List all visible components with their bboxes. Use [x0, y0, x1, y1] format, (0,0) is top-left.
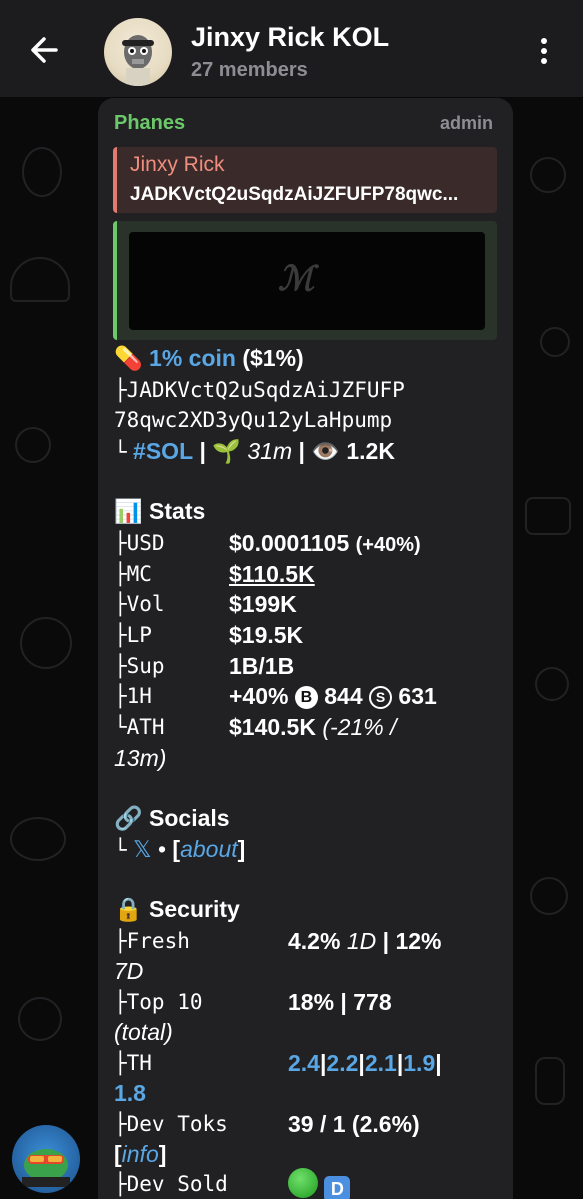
stat-value-mc-link[interactable]: $110.5K — [229, 561, 315, 588]
stat-value-usd: $0.0001105 (+40%) — [229, 530, 421, 556]
security-label-devsold: ├Dev Sold — [114, 1172, 228, 1196]
coin-age: 31m — [247, 438, 293, 464]
security-info-line: [info] — [114, 1141, 167, 1167]
admin-badge: admin — [440, 113, 494, 133]
sender-avatar[interactable] — [12, 1125, 80, 1193]
stat-value-1h: +40% B 844 S 631 — [229, 683, 437, 709]
stats-heading: 📊 Stats — [114, 498, 206, 524]
stat-label-mc: ├MC — [114, 562, 152, 586]
info-link[interactable]: info — [122, 1141, 159, 1167]
seedling-icon: 🌱 — [212, 438, 241, 464]
security-label-fresh: ├Fresh — [114, 929, 190, 953]
pill-icon: 💊 — [114, 345, 143, 371]
x-link[interactable]: 𝕏 — [133, 836, 152, 862]
stat-label-ath: └ATH — [114, 715, 165, 739]
security-top10-total: (total) — [114, 1019, 173, 1045]
th-link[interactable]: 1.9 — [403, 1050, 435, 1076]
sell-count: 631 — [398, 683, 437, 709]
view-count: 1.2K — [346, 438, 395, 464]
th-link[interactable]: 1.8 — [114, 1080, 146, 1107]
member-count: 27 members — [191, 59, 308, 81]
stat-value-ath: $140.5K (-21% / — [229, 714, 397, 740]
chat-header: Jinxy Rick KOL 27 members — [0, 0, 583, 97]
stat-label-sup: ├Sup — [114, 654, 165, 678]
green-circle-icon — [288, 1168, 318, 1198]
stat-ath-change-cont: 13m) — [114, 745, 167, 771]
stat-value-lp: $19.5K — [229, 622, 304, 648]
coin-title-line: 💊 1% coin ($1%) — [114, 345, 304, 372]
more-vertical-icon[interactable] — [536, 38, 552, 68]
chat-title[interactable]: Jinxy Rick KOL — [191, 22, 389, 53]
about-link[interactable]: about — [180, 836, 238, 862]
security-label-top10: ├Top 10 — [114, 990, 203, 1014]
security-value-devsold: D — [288, 1168, 351, 1199]
coin-address-line1[interactable]: ├JADKVctQ2uSqdzAiJZFUFP — [114, 378, 405, 402]
security-fresh-7d: 7D — [114, 958, 144, 984]
sell-icon: S — [369, 686, 393, 709]
security-value-fresh: 4.2% 1D | 12% — [288, 928, 442, 954]
link-icon: 🔗 — [114, 805, 143, 831]
group-avatar[interactable] — [104, 18, 172, 86]
coin-address-line2[interactable]: 78qwc2XD3yQu12yLaHpump — [114, 408, 392, 432]
buy-count: 844 — [324, 683, 363, 709]
th-link[interactable]: 2.1 — [365, 1050, 397, 1076]
d-badge-icon: D — [324, 1176, 351, 1199]
preview-logo: ℳ — [278, 260, 315, 298]
stat-label-usd: ├USD — [114, 531, 165, 555]
chain-hashtag[interactable]: #SOL — [133, 438, 193, 464]
socials-line: └ 𝕏 • [about] — [114, 836, 246, 862]
sender-name[interactable]: Phanes — [114, 112, 185, 135]
security-heading: 🔒 Security — [114, 896, 240, 922]
socials-heading: 🔗 Socials — [114, 805, 230, 831]
stat-value-sup: 1B/1B — [229, 653, 295, 679]
stat-label-1h: ├1H — [114, 684, 152, 708]
stat-label-vol: ├Vol — [114, 592, 165, 616]
lock-icon: 🔒 — [114, 896, 143, 922]
chart-icon: 📊 — [114, 498, 143, 524]
stat-label-lp: ├LP — [114, 623, 152, 647]
arrow-left-icon[interactable] — [26, 32, 62, 68]
tree-corner: └ — [114, 440, 127, 464]
reply-author: Jinxy Rick — [130, 153, 225, 176]
eye-icon: 👁️ — [311, 438, 340, 464]
tree-corner: └ — [114, 838, 127, 862]
reply-text: JADKVctQ2uSqdzAiJZFUFP78qwc... — [130, 184, 459, 205]
security-value-devtoks: 39 / 1 (2.6%) — [288, 1111, 420, 1137]
security-value-th: 2.4|2.2|2.1|1.9| — [288, 1050, 442, 1076]
stat-value-vol: $199K — [229, 591, 297, 617]
security-value-top10: 18% | 778 — [288, 989, 392, 1015]
coin-ticker: ($1%) — [242, 345, 304, 371]
coin-meta-line: └ #SOL | 🌱 31m | 👁️ 1.2K — [114, 438, 395, 464]
coin-name-link[interactable]: 1% coin — [149, 345, 236, 371]
security-label-devtoks: ├Dev Toks — [114, 1112, 228, 1136]
th-link[interactable]: 2.2 — [326, 1050, 358, 1076]
th-link[interactable]: 2.4 — [288, 1050, 320, 1076]
security-label-th: ├TH — [114, 1051, 152, 1075]
buy-icon: B — [294, 686, 318, 709]
